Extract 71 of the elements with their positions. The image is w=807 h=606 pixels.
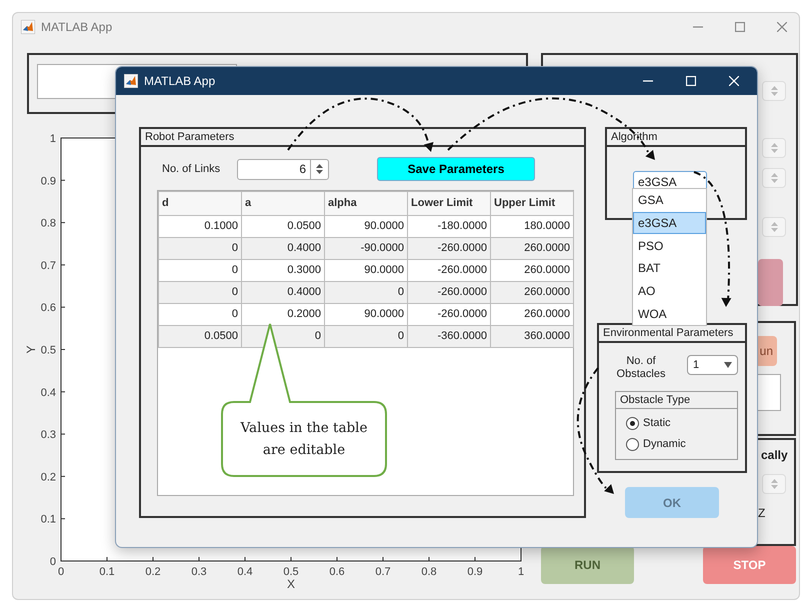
y-tick-label: 0.2 (40, 471, 56, 484)
x-tick-label: 0 (58, 566, 64, 578)
radio-button[interactable] (626, 438, 639, 451)
number-spinner[interactable]: 6 (237, 158, 329, 180)
dropdown-option[interactable]: BAT (633, 257, 706, 280)
spinner-arrows-icon (770, 221, 778, 233)
y-tick-label: 0.5 (40, 344, 56, 356)
obstacles-dropdown[interactable]: 1 (687, 355, 738, 375)
field-label: No. of Links (162, 162, 222, 177)
y-tick-label: 0.3 (40, 429, 56, 442)
spinner-arrows-icon (315, 163, 324, 175)
window-title: MATLAB App (41, 19, 112, 36)
spinner-field[interactable] (762, 217, 786, 237)
y-tick-label: 0.4 (40, 386, 56, 399)
dropdown-option[interactable]: PSO (633, 234, 706, 258)
dropdown-option[interactable]: e3GSA (633, 212, 706, 234)
window-title: MATLAB App (144, 73, 216, 90)
radio-label: Static (643, 416, 671, 432)
y-tick-label: 0.6 (40, 302, 56, 314)
spinner-field[interactable] (762, 168, 786, 188)
spinner-field[interactable] (762, 474, 786, 494)
radio-label: Dynamic (643, 437, 686, 452)
column-header: Lower Limit (408, 192, 490, 216)
spinner-arrows-icon (770, 85, 778, 97)
y-tick-label: 0.8 (40, 218, 56, 230)
spinner-field[interactable] (762, 81, 786, 101)
y-tick-label: 0.1 (40, 514, 56, 526)
spinner-field[interactable] (762, 138, 786, 158)
y-tick-label: 1 (50, 133, 56, 145)
x-tick-label: 0.5 (283, 566, 299, 578)
column-header: a (242, 192, 324, 216)
y-tick-label: 0.7 (40, 260, 56, 272)
spinner-arrows-icon (770, 142, 778, 154)
dropdown-option[interactable]: WOA (633, 302, 706, 326)
column-header: alpha (324, 192, 408, 216)
x-tick-label: 0.3 (191, 566, 207, 578)
dropdown-option[interactable]: AO (633, 280, 706, 302)
unit-label: Z (758, 505, 766, 522)
y-tick-label: 0 (50, 556, 56, 568)
spinner-arrows-icon (770, 172, 778, 184)
panel-title: Obstacle Type (616, 392, 737, 409)
x-tick-label: 0.2 (145, 566, 161, 578)
column-header: Upper Limit (490, 192, 574, 216)
table-cell[interactable]: 0 (324, 326, 408, 348)
matlab-logo-icon (21, 20, 35, 34)
run-button[interactable]: RUN (541, 546, 634, 584)
spinner-arrows-icon (770, 478, 778, 490)
column-header: d (158, 192, 242, 216)
field-label: No. of Obstacles (616, 355, 666, 381)
panel-title: Algorithm (607, 129, 745, 147)
radio-button[interactable] (626, 417, 639, 430)
x-axis-label: X (287, 577, 295, 591)
caret-icon (724, 362, 732, 368)
table-cell[interactable]: 0.0500 (158, 326, 242, 348)
x-tick-label: 0.9 (467, 566, 483, 578)
matlab-logo-icon (124, 74, 138, 88)
y-tick-label: 0.9 (40, 175, 56, 188)
x-tick-label: 1 (518, 566, 524, 578)
save-parameters-button[interactable]: Save Parameters (377, 157, 535, 181)
callout-text: Values in the table are editable (239, 419, 368, 460)
x-tick-label: 0.7 (375, 566, 391, 578)
y-axis-label: Y (24, 346, 38, 354)
dropdown-option[interactable]: GSA (633, 189, 706, 212)
x-tick-label: 0.4 (237, 566, 253, 578)
x-tick-label: 0.8 (421, 566, 437, 578)
x-tick-label: 0.1 (99, 566, 115, 578)
panel-title: Robot Parameters (141, 129, 584, 147)
panel-title: cally (761, 447, 788, 464)
x-tick-label: 0.6 (329, 566, 345, 578)
table-cell[interactable]: 360.0000 (490, 326, 574, 348)
table-cell[interactable]: -360.0000 (408, 326, 490, 348)
